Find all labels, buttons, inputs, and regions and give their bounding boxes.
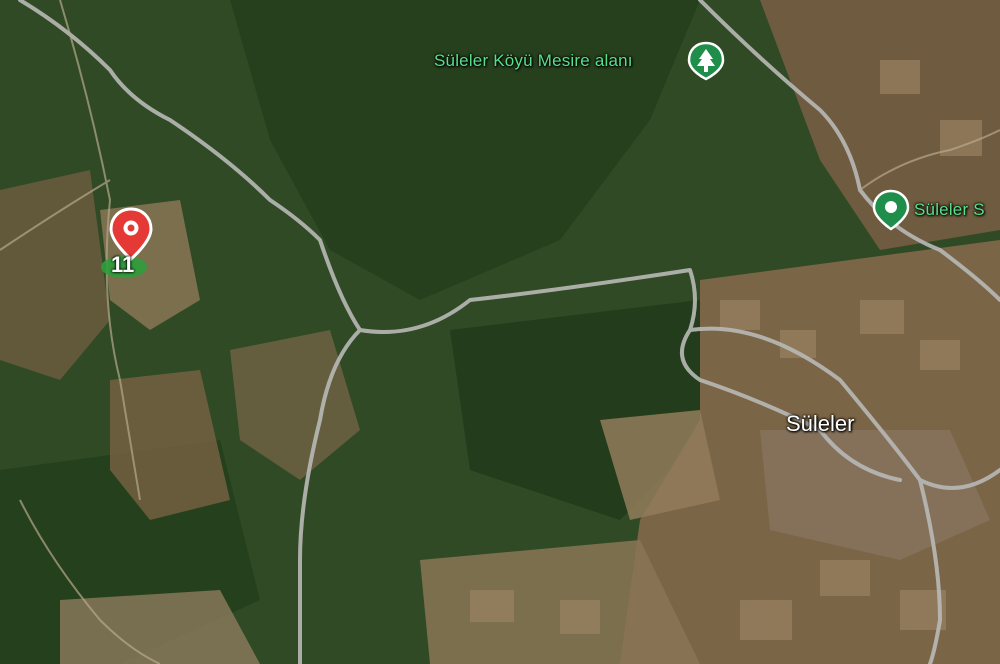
satellite-terrain: [0, 0, 1000, 664]
right-poi-label[interactable]: Süleler S: [914, 200, 985, 220]
park-poi-label[interactable]: Süleler Köyü Mesire alanı: [434, 51, 633, 71]
satellite-map[interactable]: Süleler Köyü Mesire alanı Süleler S Süle…: [0, 0, 1000, 664]
town-label: Süleler: [786, 411, 855, 436]
tree-icon[interactable]: [686, 41, 726, 86]
place-pin-icon[interactable]: [872, 189, 910, 236]
marker-count-label: 11: [111, 252, 135, 277]
